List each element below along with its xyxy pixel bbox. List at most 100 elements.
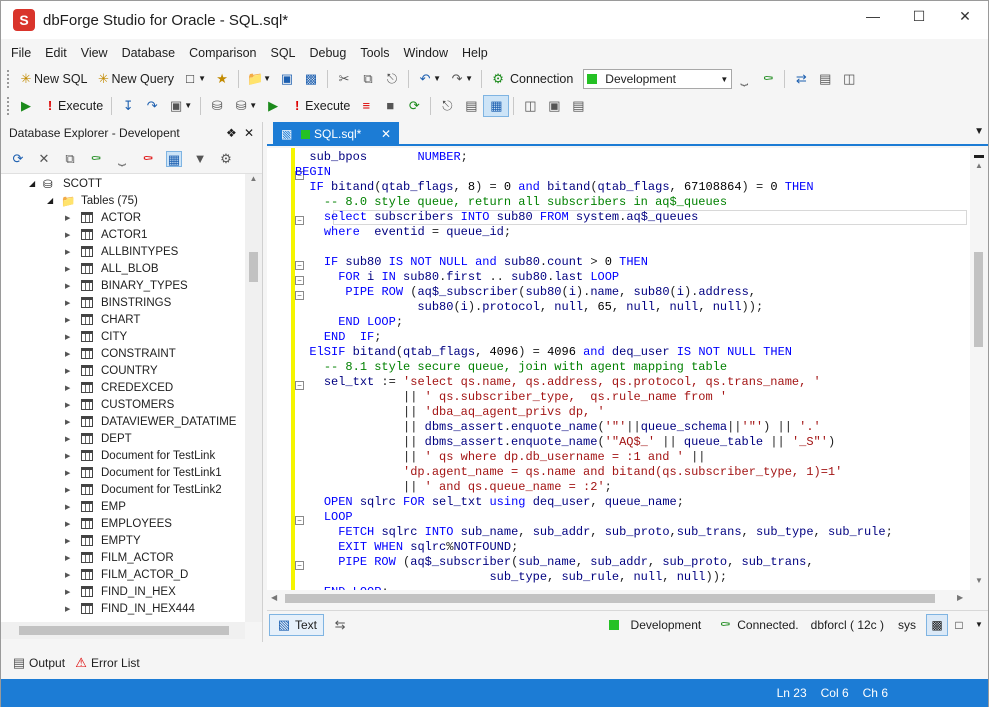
expand-icon[interactable]: ▶ xyxy=(65,537,81,545)
minimize-button[interactable]: — xyxy=(850,1,896,31)
tree-node-table[interactable]: ▶ FIND_IN_HEX xyxy=(1,583,245,600)
filter-icon[interactable]: ▼ xyxy=(192,151,208,167)
tree-node-table[interactable]: ▶ CUSTOMERS xyxy=(1,396,245,413)
delete-icon[interactable]: ✕ xyxy=(36,151,52,167)
scroll-up-icon[interactable]: ▲ xyxy=(970,161,988,170)
tree-node-table[interactable]: ▶ Document for TestLink xyxy=(1,447,245,464)
expand-icon[interactable]: ▶ xyxy=(65,214,81,222)
tree-node-table[interactable]: ▶ EMP xyxy=(1,498,245,515)
tree-node-table[interactable]: ▶ ACTOR1 xyxy=(1,226,245,243)
panel-layout-bottom-icon[interactable]: ▩ xyxy=(926,613,948,636)
save-button[interactable]: ▣ xyxy=(275,68,299,90)
tree-node-table[interactable]: ▶ BINSTRINGS xyxy=(1,294,245,311)
expand-icon[interactable]: ▶ xyxy=(65,554,81,562)
execute-button[interactable]: ! Execute xyxy=(38,95,107,117)
collapse-icon[interactable]: ◢ xyxy=(47,196,61,205)
refresh-icon[interactable]: ⟳ xyxy=(10,151,26,167)
menu-window[interactable]: Window xyxy=(397,46,455,60)
tree-node-table[interactable]: ▶ FILM_ACTOR xyxy=(1,549,245,566)
menu-comparison[interactable]: Comparison xyxy=(182,46,263,60)
expand-icon[interactable]: ▶ xyxy=(65,588,81,596)
step-into-button[interactable]: ↧ xyxy=(116,95,140,117)
expand-icon[interactable]: ▶ xyxy=(65,418,81,426)
new-sql-button[interactable]: ✳ New SQL xyxy=(14,68,92,90)
settings-icon[interactable]: ⚙ xyxy=(218,151,234,167)
scroll-thumb[interactable] xyxy=(19,626,229,635)
tree-node-table[interactable]: ▶ FIND_IN_HEX444 xyxy=(1,600,245,617)
collapse-icon[interactable]: ◢ xyxy=(29,179,43,188)
tree-node-tables[interactable]: ◢ 📁 Tables (75) xyxy=(1,192,245,209)
tree-node-table[interactable]: ▶ ALL_BLOB xyxy=(1,260,245,277)
expand-icon[interactable]: ▶ xyxy=(65,435,81,443)
step-out-button[interactable]: ▣ ▼ xyxy=(164,95,196,117)
expand-icon[interactable]: ▶ xyxy=(65,282,81,290)
expand-icon[interactable]: ▶ xyxy=(65,520,81,528)
new-connection-icon[interactable]: ⚰ xyxy=(88,151,104,167)
connection-button[interactable]: ⚙ Connection xyxy=(486,68,577,90)
split-icon[interactable]: ▬ xyxy=(970,150,988,161)
error-list-tab[interactable]: ⚠ Error List xyxy=(73,655,140,671)
schema-compare-button[interactable]: ▤ xyxy=(813,68,837,90)
expand-icon[interactable]: ▶ xyxy=(65,299,81,307)
expand-icon[interactable]: ▶ xyxy=(65,503,81,511)
expand-icon[interactable]: ▶ xyxy=(65,316,81,324)
code-editor[interactable]: − − − − − − − − sub_bpos NUMBER; BEGIN IF… xyxy=(267,148,970,608)
menu-debug[interactable]: Debug xyxy=(303,46,354,60)
text-view-button[interactable]: ▧ Text xyxy=(269,613,325,636)
save-all-button[interactable]: ▩ xyxy=(299,68,323,90)
expand-icon[interactable]: ▶ xyxy=(65,248,81,256)
tree-node-table[interactable]: ▶ BINARY_TYPES xyxy=(1,277,245,294)
execute-current-button[interactable]: ≡ xyxy=(354,95,378,117)
expand-icon[interactable]: ▶ xyxy=(65,571,81,579)
tree-node-table[interactable]: ▶ DATAVIEWER_DATATIME xyxy=(1,413,245,430)
tree-node-schema[interactable]: ◢ ⛁ SCOTT xyxy=(1,175,245,192)
scroll-down-icon[interactable]: ▼ xyxy=(975,576,983,585)
tree-node-table[interactable]: ▶ CHART xyxy=(1,311,245,328)
paste-button[interactable]: ⎋ xyxy=(380,68,404,90)
step-over-button[interactable]: ↷ xyxy=(140,95,164,117)
panel-layout-none-icon[interactable]: □ xyxy=(948,618,970,632)
scroll-left-icon[interactable]: ◀ xyxy=(271,593,277,602)
close-button[interactable]: ✕ xyxy=(942,1,988,31)
copy-icon[interactable]: ⧉ xyxy=(62,151,78,167)
menu-help[interactable]: Help xyxy=(455,46,495,60)
new-item-button[interactable]: ★ xyxy=(210,68,234,90)
new-document-button[interactable]: □ ▼ xyxy=(178,68,210,90)
scroll-right-icon[interactable]: ▶ xyxy=(957,593,963,602)
profile-button[interactable]: ▤ xyxy=(459,95,483,117)
tree-node-table[interactable]: ▶ COUNTRY xyxy=(1,362,245,379)
expand-icon[interactable]: ▶ xyxy=(65,265,81,273)
menu-edit[interactable]: Edit xyxy=(38,46,74,60)
execute-script-button[interactable]: ! Execute xyxy=(285,95,354,117)
tab-close-icon[interactable]: ✕ xyxy=(381,127,399,141)
editor-horizontal-scrollbar[interactable]: ◀ ▶ xyxy=(267,590,970,608)
tree-node-table[interactable]: ▶ Document for TestLink2 xyxy=(1,481,245,498)
tree-node-table[interactable]: ▶ DEPT xyxy=(1,430,245,447)
expand-icon[interactable]: ▶ xyxy=(65,231,81,239)
cut-button[interactable]: ✂ xyxy=(332,68,356,90)
explorer-horizontal-scrollbar[interactable] xyxy=(1,622,245,639)
disconnect-button[interactable]: ⏟ xyxy=(732,68,756,90)
scroll-up-icon[interactable]: ▲ xyxy=(245,174,262,183)
redo-button[interactable]: ↷ ▼ xyxy=(445,68,477,90)
database-button[interactable]: ⛁ xyxy=(205,95,229,117)
structure-button[interactable]: ◫ xyxy=(518,95,542,117)
tree-node-table[interactable]: ▶ CREDEXCED xyxy=(1,379,245,396)
tab-list-icon[interactable]: ▼ xyxy=(974,126,984,137)
tree-node-table[interactable]: ▶ EMPTY xyxy=(1,532,245,549)
explain-button[interactable]: ⎋ xyxy=(435,95,459,117)
tree-node-table[interactable]: ▶ CONSTRAINT xyxy=(1,345,245,362)
undo-button[interactable]: ↶ ▼ xyxy=(413,68,445,90)
new-connection-button[interactable]: ⚰ xyxy=(756,68,780,90)
tree-node-table[interactable]: ▶ EMPLOYEES xyxy=(1,515,245,532)
filter-objects-icon[interactable]: ▦ xyxy=(166,150,182,167)
new-query-button[interactable]: ✳ New Query xyxy=(92,68,179,90)
stop-button[interactable]: ■ xyxy=(378,95,402,117)
open-button[interactable]: 📁 ▼ xyxy=(243,68,275,90)
layout-button[interactable]: ▤ xyxy=(566,95,590,117)
expand-icon[interactable]: ▶ xyxy=(65,452,81,460)
menu-file[interactable]: File xyxy=(1,46,38,60)
explorer-vertical-scrollbar[interactable]: ▲ xyxy=(245,174,262,622)
menu-tools[interactable]: Tools xyxy=(353,46,396,60)
data-compare-button[interactable]: ◫ xyxy=(837,68,861,90)
